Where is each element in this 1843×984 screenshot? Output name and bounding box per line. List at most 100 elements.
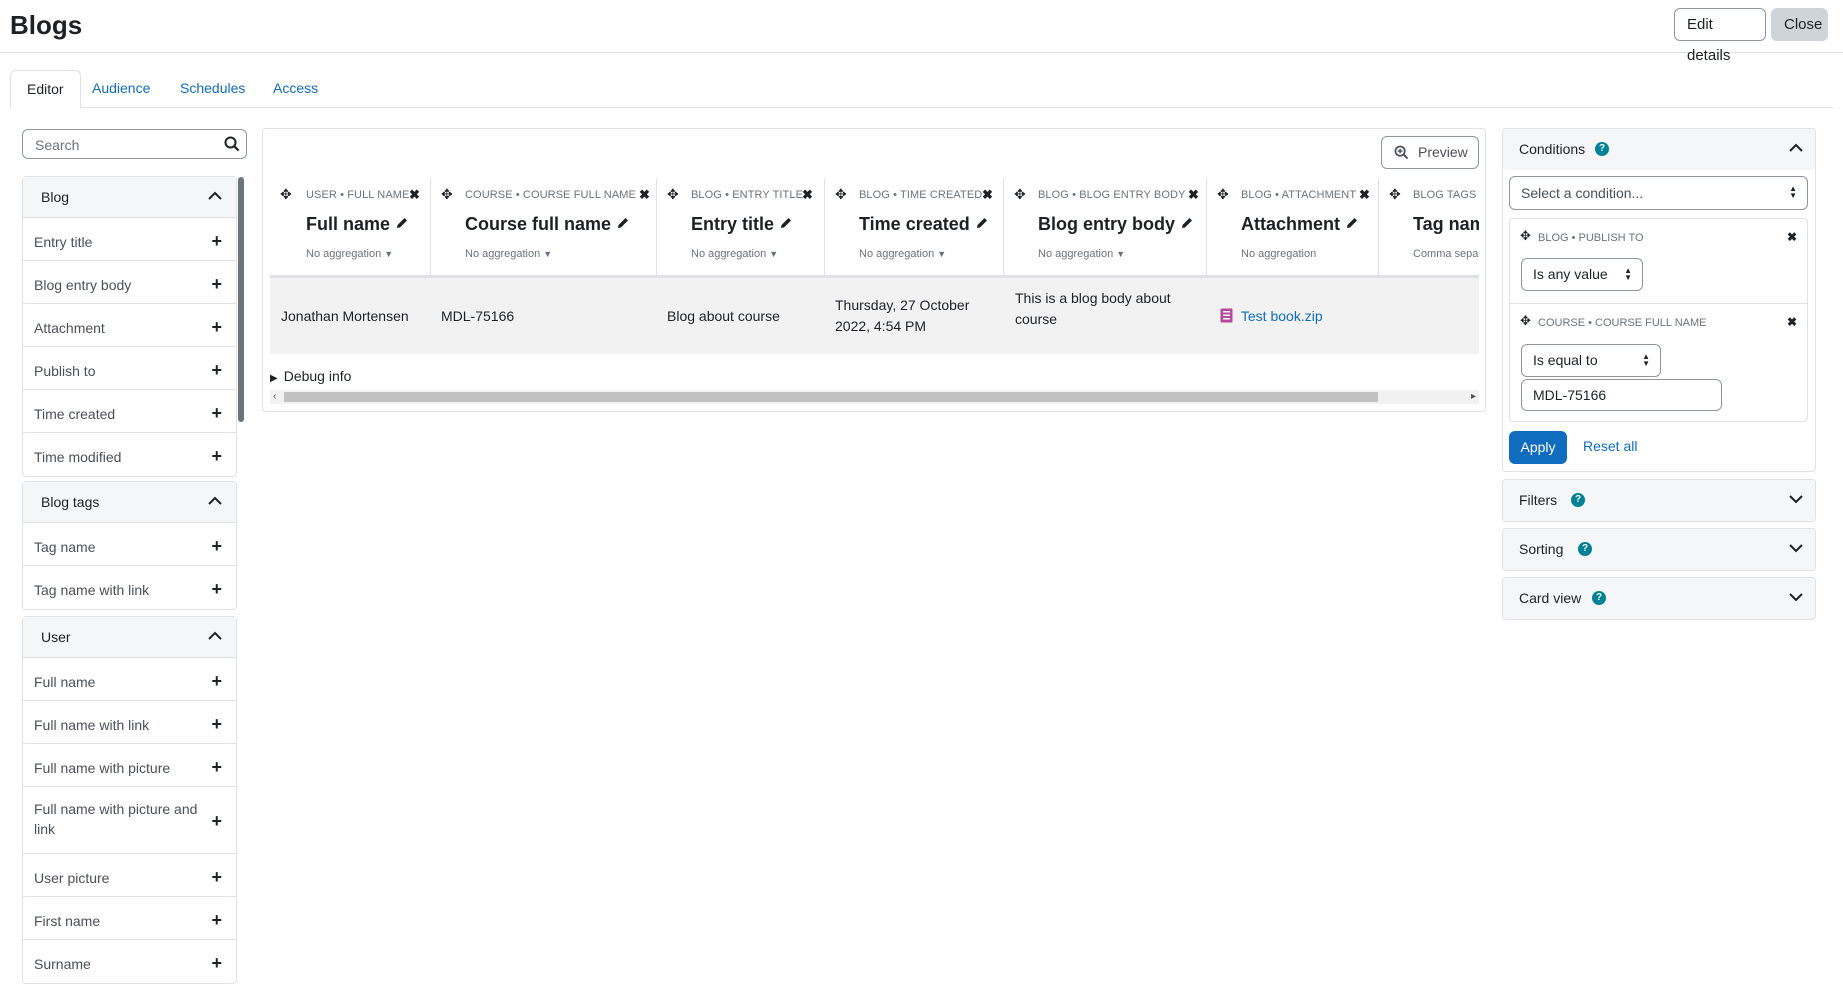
column-name[interactable]: Attachment xyxy=(1241,214,1359,235)
chevron-down-icon[interactable] xyxy=(1789,592,1803,602)
add-icon[interactable]: + xyxy=(211,360,222,381)
pencil-icon[interactable] xyxy=(1345,216,1359,230)
move-icon[interactable]: ✥ xyxy=(835,186,847,203)
move-icon[interactable]: ✥ xyxy=(1520,228,1531,244)
remove-icon[interactable]: ✖ xyxy=(982,187,993,203)
add-icon[interactable]: + xyxy=(211,714,222,735)
remove-icon[interactable]: ✖ xyxy=(639,187,650,203)
move-icon[interactable]: ✥ xyxy=(1389,186,1401,203)
add-icon[interactable]: + xyxy=(211,910,222,931)
sidebar-item[interactable]: Full name + xyxy=(23,658,236,701)
aggregation-select[interactable]: No aggregation ▼ xyxy=(859,248,946,260)
chevron-up-icon[interactable] xyxy=(208,496,222,506)
help-icon[interactable]: ? xyxy=(1578,542,1592,556)
sidebar-item[interactable]: Full name with link + xyxy=(23,701,236,744)
search-input[interactable] xyxy=(33,136,213,154)
card-view-panel[interactable]: Card view ? xyxy=(1502,577,1816,620)
reset-all-link[interactable]: Reset all xyxy=(1583,438,1637,454)
group-header[interactable]: User xyxy=(23,617,236,658)
move-icon[interactable]: ✥ xyxy=(1520,313,1531,329)
add-icon[interactable]: + xyxy=(211,811,222,832)
sidebar-item[interactable]: Blog entry body + xyxy=(23,261,236,304)
pencil-icon[interactable] xyxy=(975,216,989,230)
column-name[interactable]: Blog entry body xyxy=(1038,214,1194,235)
column-name[interactable]: Tag nam xyxy=(1413,214,1479,235)
add-icon[interactable]: + xyxy=(211,317,222,338)
add-icon[interactable]: + xyxy=(211,536,222,557)
sidebar-search[interactable] xyxy=(22,129,247,159)
debug-info-toggle[interactable]: ▶ Debug info xyxy=(270,368,351,384)
add-icon[interactable]: + xyxy=(211,579,222,600)
column-name[interactable]: Entry title xyxy=(691,214,793,235)
move-icon[interactable]: ✥ xyxy=(280,186,292,203)
remove-icon[interactable]: ✖ xyxy=(1359,187,1370,203)
sidebar-scrollbar[interactable] xyxy=(238,177,244,422)
pencil-icon[interactable] xyxy=(1180,216,1194,230)
condition-select[interactable]: Select a condition... ▲ ▼ xyxy=(1509,176,1808,210)
aggregation-select[interactable]: No aggregation ▼ xyxy=(465,248,552,260)
operator-select[interactable]: Is any value ▲ ▼ xyxy=(1521,258,1643,291)
add-icon[interactable]: + xyxy=(211,446,222,467)
add-icon[interactable]: + xyxy=(211,757,222,778)
move-icon[interactable]: ✥ xyxy=(441,186,453,203)
aggregation-select[interactable]: No aggregation ▼ xyxy=(691,248,778,260)
sidebar-item[interactable]: User picture + xyxy=(23,854,236,897)
aggregation-select[interactable]: No aggregation ▼ xyxy=(306,248,393,260)
chevron-down-icon[interactable] xyxy=(1789,494,1803,504)
apply-button[interactable]: Apply xyxy=(1509,431,1567,464)
search-icon[interactable] xyxy=(224,136,240,152)
sidebar-item[interactable]: Time created + xyxy=(23,390,236,433)
column-name[interactable]: Time created xyxy=(859,214,989,235)
sidebar-item[interactable]: Tag name with link + xyxy=(23,566,236,609)
remove-icon[interactable]: ✖ xyxy=(1787,315,1797,329)
chevron-up-icon[interactable] xyxy=(208,191,222,201)
move-icon[interactable]: ✥ xyxy=(667,186,679,203)
chevron-up-icon[interactable] xyxy=(208,631,222,641)
move-icon[interactable]: ✥ xyxy=(1014,186,1026,203)
sidebar-item[interactable]: Entry title + xyxy=(23,218,236,261)
add-icon[interactable]: + xyxy=(211,671,222,692)
remove-icon[interactable]: ✖ xyxy=(802,187,813,203)
scroll-left-icon[interactable]: ‹ xyxy=(273,391,276,402)
help-icon[interactable]: ? xyxy=(1595,142,1609,156)
scroll-right-icon[interactable]: ▸ xyxy=(1471,391,1476,402)
card-view-header[interactable]: Card view ? xyxy=(1503,578,1815,619)
remove-icon[interactable]: ✖ xyxy=(1787,230,1797,244)
close-button[interactable]: Close xyxy=(1771,8,1828,41)
sidebar-item[interactable]: Tag name + xyxy=(23,523,236,566)
sidebar-item[interactable]: Surname + xyxy=(23,940,236,983)
scrollbar-thumb[interactable] xyxy=(284,392,1378,402)
sorting-panel[interactable]: Sorting ? xyxy=(1502,528,1816,571)
help-icon[interactable]: ? xyxy=(1592,591,1606,605)
attachment-link[interactable]: Test book.zip xyxy=(1241,308,1323,324)
pencil-icon[interactable] xyxy=(395,216,409,230)
preview-button[interactable]: Preview xyxy=(1381,136,1479,169)
chevron-down-icon[interactable] xyxy=(1789,543,1803,553)
sidebar-item[interactable]: First name + xyxy=(23,897,236,940)
pencil-icon[interactable] xyxy=(616,216,630,230)
add-icon[interactable]: + xyxy=(211,274,222,295)
tab-access[interactable]: Access xyxy=(257,70,334,108)
column-name[interactable]: Course full name xyxy=(465,214,630,235)
add-icon[interactable]: + xyxy=(211,231,222,252)
operator-select[interactable]: Is equal to ▲ ▼ xyxy=(1521,344,1661,377)
add-icon[interactable]: + xyxy=(211,867,222,888)
remove-icon[interactable]: ✖ xyxy=(1188,187,1199,203)
sidebar-item[interactable]: Time modified + xyxy=(23,433,236,476)
condition-value-input[interactable]: MDL-75166 xyxy=(1521,379,1722,411)
sorting-header[interactable]: Sorting ? xyxy=(1503,529,1815,570)
group-header[interactable]: Blog xyxy=(23,177,236,218)
sidebar-item[interactable]: Publish to + xyxy=(23,347,236,390)
filters-header[interactable]: Filters ? xyxy=(1503,480,1815,521)
add-icon[interactable]: + xyxy=(211,953,222,974)
help-icon[interactable]: ? xyxy=(1571,493,1585,507)
sidebar-item[interactable]: Full name with picture + xyxy=(23,744,236,787)
group-header[interactable]: Blog tags xyxy=(23,482,236,523)
move-icon[interactable]: ✥ xyxy=(1217,186,1229,203)
column-name[interactable]: Full name xyxy=(306,214,409,235)
filters-panel[interactable]: Filters ? xyxy=(1502,479,1816,522)
chevron-up-icon[interactable] xyxy=(1789,143,1803,153)
aggregation-select[interactable]: No aggregation ▼ xyxy=(1038,248,1125,260)
pencil-icon[interactable] xyxy=(779,216,793,230)
tab-audience[interactable]: Audience xyxy=(76,70,166,108)
